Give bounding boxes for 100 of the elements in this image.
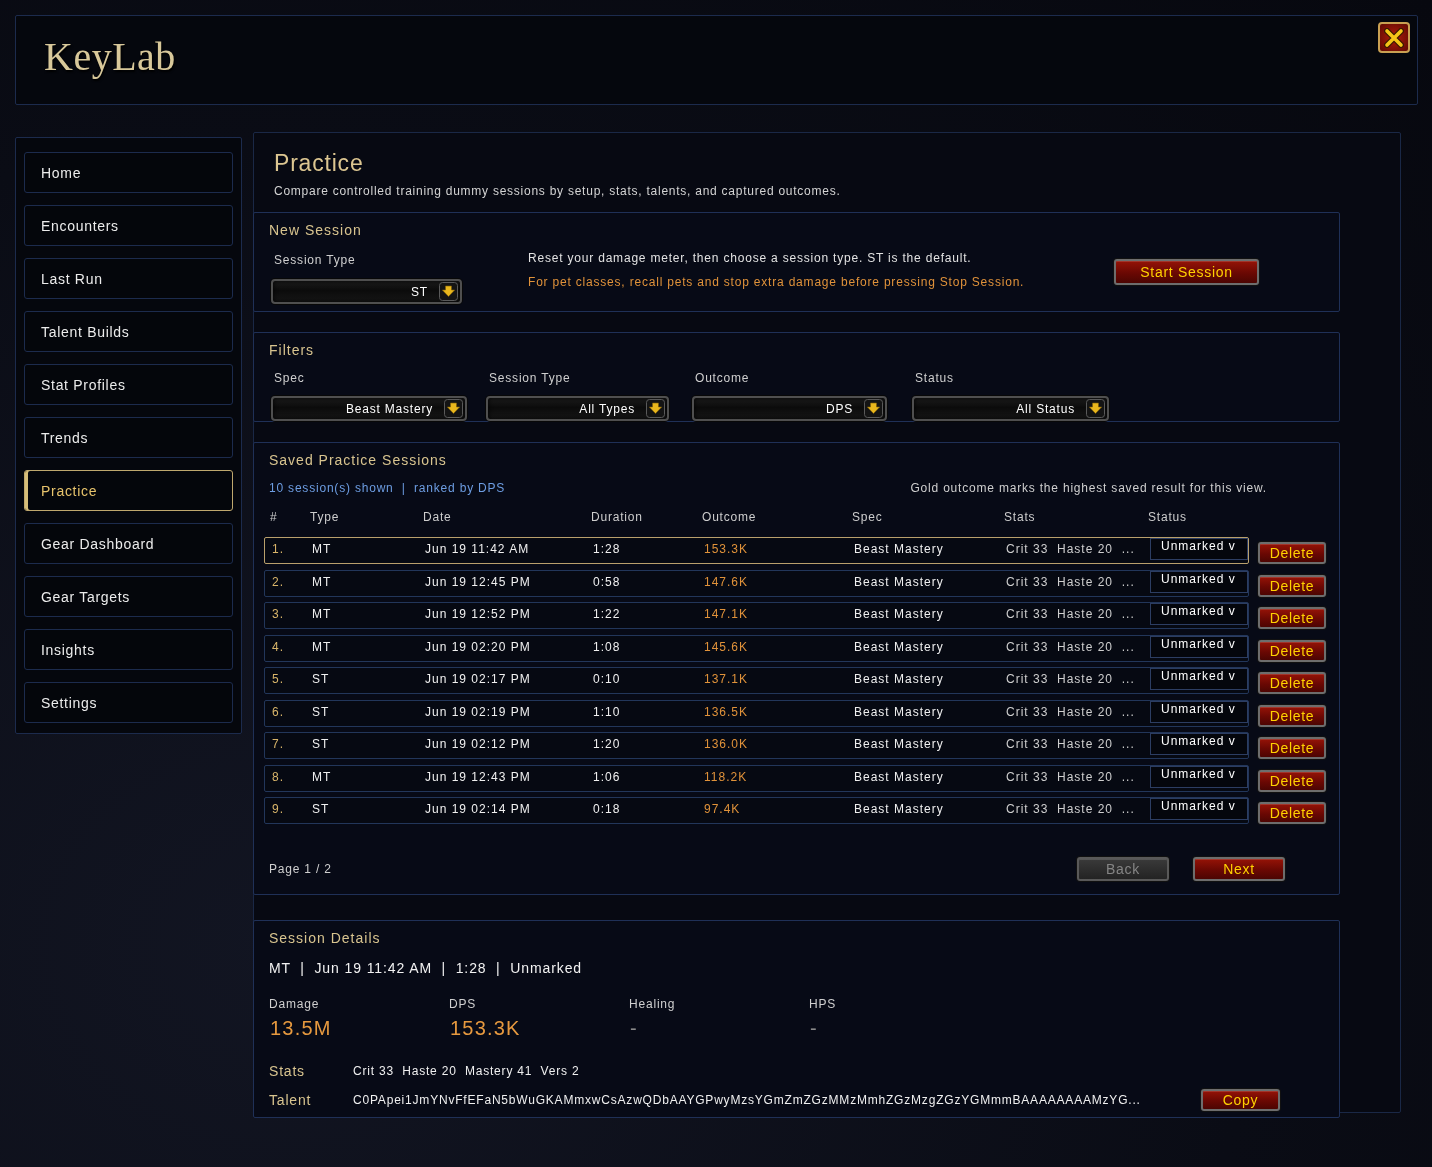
sidebar-item[interactable]: Settings [24, 682, 233, 723]
status-dropdown[interactable]: Unmarked v [1150, 700, 1248, 723]
spec-cell: Beast Mastery [854, 768, 944, 785]
outcome-cell: 153.3K [704, 541, 749, 557]
filter-dropdown[interactable]: All Status [912, 396, 1109, 421]
status-dropdown[interactable]: Unmarked v [1150, 798, 1248, 820]
duration-cell: 1:22 [593, 606, 621, 622]
delete-button[interactable]: Delete [1258, 542, 1326, 564]
outcome-cell: 97.4K [704, 801, 741, 817]
delete-button[interactable]: Delete [1258, 574, 1326, 597]
delete-button[interactable]: Delete [1258, 802, 1326, 824]
duration-cell: 1:20 [593, 736, 621, 752]
sidebar-item[interactable]: Stat Profiles [24, 364, 233, 405]
field-label: Spec [274, 370, 305, 386]
instruction-text: Reset your damage meter, then choose a session type. ST is the default. [528, 250, 972, 266]
row-number: 7. [272, 736, 284, 752]
duration-cell: 0:18 [593, 801, 621, 817]
close-button[interactable] [1378, 22, 1410, 53]
session-row[interactable]: 6. ST Jun 19 02:19 PM 1:10 136.5K Beast Mastery Crit 33 Haste 20 ... Unmarked v [264, 699, 1249, 727]
stats-cell: Crit 33 Haste 20 ... [1006, 573, 1135, 590]
delete-button[interactable]: Delete [1258, 672, 1326, 694]
sidebar-item[interactable]: Encounters [24, 205, 233, 246]
sidebar-item[interactable]: Talent Builds [24, 311, 233, 352]
date-cell: Jun 19 11:42 AM [425, 541, 530, 557]
outcome-cell: 136.0K [704, 736, 749, 752]
session-row[interactable]: 2. MT Jun 19 12:45 PM 0:58 147.6K Beast Mastery Crit 33 Haste 20 ... Unmarked v [264, 569, 1249, 597]
type-cell: ST [312, 703, 330, 720]
sidebar-item[interactable]: Gear Dashboard [24, 523, 233, 564]
sidebar-item[interactable]: Trends [24, 417, 233, 458]
metric-label: Damage [269, 996, 320, 1012]
section-title: New Session [269, 221, 362, 239]
spec-cell: Beast Mastery [854, 606, 944, 622]
status-dropdown[interactable]: Unmarked v [1150, 538, 1248, 560]
filter-dropdown[interactable]: All Types [486, 396, 669, 421]
date-cell: Jun 19 02:19 PM [425, 703, 531, 720]
spec-cell: Beast Mastery [854, 801, 944, 817]
outcome-cell: 136.5K [704, 703, 749, 720]
page-subtitle: Compare controlled training dummy sessions by setup, stats, talents, and captured outcomes. [274, 183, 841, 199]
delete-button[interactable]: Delete [1258, 737, 1326, 759]
metric-value: 153.3K [449, 1016, 521, 1040]
stats-cell: Crit 33 Haste 20 ... [1006, 768, 1135, 785]
section-title: Session Details [269, 929, 381, 947]
session-row[interactable]: 3. MT Jun 19 12:52 PM 1:22 147.1K Beast Mastery Crit 33 Haste 20 ... Unmarked v [264, 602, 1249, 629]
outcome-cell: 137.1K [704, 671, 749, 687]
sidebar-item[interactable]: Last Run [24, 258, 233, 299]
sidebar-item[interactable]: Gear Targets [24, 576, 233, 617]
status-dropdown[interactable]: Unmarked v [1150, 733, 1248, 755]
column-header: Stats [1004, 509, 1036, 525]
section-title: Filters [269, 341, 315, 359]
section-title: Saved Practice Sessions [269, 451, 447, 469]
duration-cell: 0:58 [593, 573, 621, 590]
date-cell: Jun 19 02:17 PM [425, 671, 531, 687]
type-cell: MT [312, 606, 332, 622]
session-row[interactable]: 7. ST Jun 19 02:12 PM 1:20 136.0K Beast Mastery Crit 33 Haste 20 ... Unmarked v [264, 732, 1249, 759]
field-label: Outcome [695, 370, 750, 386]
delete-button[interactable]: Delete [1258, 639, 1326, 662]
row-number: 6. [272, 703, 284, 720]
session-row[interactable]: 9. ST Jun 19 02:14 PM 0:18 97.4K Beast Mastery Crit 33 Haste 20 ... Unmarked v [264, 797, 1249, 824]
date-cell: Jun 19 02:14 PM [425, 801, 531, 817]
duration-cell: 0:10 [593, 671, 621, 687]
session-row[interactable]: 1. MT Jun 19 11:42 AM 1:28 153.3K Beast Mastery Crit 33 Haste 20 ... Unmarked v [264, 537, 1249, 564]
field-label: Session Type [489, 370, 571, 386]
status-dropdown[interactable]: Unmarked v [1150, 570, 1248, 593]
delete-button[interactable]: Delete [1258, 769, 1326, 792]
duration-cell: 1:06 [593, 768, 621, 785]
delete-button[interactable]: Delete [1258, 607, 1326, 629]
talent-string: C0PApei1JmYNvFfEFaN5bWuGKAMmxwCsAzwQDbAAYGPwyMzsYGmZmZGzMMzMmhZGzMzgZGzYGMmmBAAAAAAAAMzYG... [353, 1093, 1141, 1107]
session-row[interactable]: 8. MT Jun 19 12:43 PM 1:06 118.2K Beast Mastery Crit 33 Haste 20 ... Unmarked v [264, 764, 1249, 792]
session-type-dropdown[interactable]: ST [271, 279, 462, 304]
type-cell: ST [312, 801, 330, 817]
delete-button[interactable]: Delete [1258, 704, 1326, 727]
row-number: 4. [272, 638, 284, 655]
row-number: 1. [272, 541, 284, 557]
filter-dropdown[interactable]: Beast Mastery [271, 396, 467, 421]
date-cell: Jun 19 12:43 PM [425, 768, 531, 785]
spec-cell: Beast Mastery [854, 671, 944, 687]
status-dropdown[interactable]: Unmarked v [1150, 603, 1248, 625]
sidebar-item[interactable]: Insights [24, 629, 233, 670]
stats-cell: Crit 33 Haste 20 ... [1006, 703, 1135, 720]
status-dropdown[interactable]: Unmarked v [1150, 765, 1248, 788]
type-cell: ST [312, 736, 330, 752]
row-number: 8. [272, 768, 284, 785]
sidebar-item[interactable]: Practice [24, 470, 233, 511]
next-button[interactable]: Next [1193, 857, 1285, 881]
type-cell: MT [312, 768, 332, 785]
session-row[interactable]: 4. MT Jun 19 02:20 PM 1:08 145.6K Beast Mastery Crit 33 Haste 20 ... Unmarked v [264, 634, 1249, 662]
status-dropdown[interactable]: Unmarked v [1150, 668, 1248, 690]
copy-button[interactable]: Copy [1201, 1089, 1280, 1111]
start-session-button[interactable]: Start Session [1114, 259, 1259, 285]
status-dropdown[interactable]: Unmarked v [1150, 635, 1248, 658]
filter-dropdown[interactable]: DPS [692, 396, 887, 421]
session-row[interactable]: 5. ST Jun 19 02:17 PM 0:10 137.1K Beast Mastery Crit 33 Haste 20 ... Unmarked v [264, 667, 1249, 694]
stats-value: Crit 33 Haste 20 Mastery 41 Vers 2 [353, 1063, 580, 1080]
duration-cell: 1:28 [593, 541, 621, 557]
column-header: Date [423, 509, 452, 525]
sidebar-item[interactable]: Home [24, 152, 233, 193]
outcome-cell: 118.2K [704, 768, 748, 785]
outcome-cell: 147.1K [704, 606, 749, 622]
spec-cell: Beast Mastery [854, 573, 944, 590]
metric-label: Healing [629, 996, 676, 1012]
